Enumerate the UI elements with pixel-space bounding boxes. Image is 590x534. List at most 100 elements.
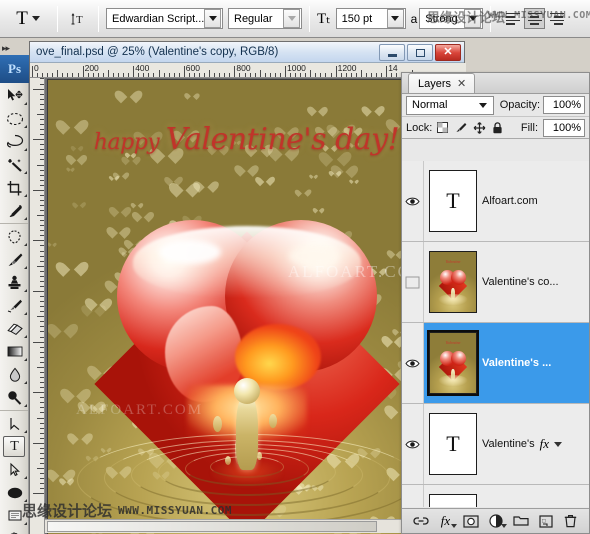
antialias-select[interactable]: Strong [419, 8, 484, 29]
document-titlebar[interactable]: ove_final.psd @ 25% (Valentine's copy, R… [30, 42, 464, 63]
layer-visibility-toggle[interactable] [402, 485, 424, 507]
font-size-dropdown-button[interactable] [386, 9, 404, 28]
notes-tool[interactable] [0, 504, 29, 527]
new-layer-button[interactable]: □ [537, 512, 555, 530]
elliptical-marquee-tool[interactable] [0, 107, 29, 130]
svg-text:T: T [76, 14, 83, 26]
layer-effects-icon[interactable]: fx [540, 436, 549, 452]
layer-style-button[interactable]: fx [437, 512, 457, 530]
current-tool-button[interactable]: T [6, 4, 50, 34]
lock-all-icon[interactable] [492, 121, 503, 134]
link-layers-button[interactable] [412, 512, 430, 530]
pen-icon [9, 417, 19, 430]
layer-thumbnail-cell[interactable]: Valentine [424, 251, 482, 313]
text-layer-glyph: T [446, 188, 460, 213]
tool-group-retouch [0, 224, 28, 411]
pen-tool[interactable] [0, 412, 29, 435]
align-left-button[interactable] [502, 8, 523, 29]
table-row-selected[interactable]: Valentine Valentine's ... [402, 323, 589, 404]
type-tool-icon: T [16, 7, 28, 29]
lock-position-icon[interactable] [473, 121, 486, 134]
artboard[interactable]: happy Valentine's day! ALFOART.COM ALFOA… [48, 80, 445, 534]
photoshop-window: T T Edwardian Script... Regular Tₜ 150 p… [0, 0, 590, 534]
layer-visibility-toggle[interactable] [402, 404, 424, 484]
healing-brush-tool[interactable] [0, 225, 29, 248]
path-selection-tool[interactable] [0, 458, 29, 481]
blur-tool[interactable] [0, 363, 29, 386]
eraser-tool[interactable] [0, 317, 29, 340]
minimize-button[interactable] [379, 44, 405, 61]
fill-input[interactable]: 100% [543, 118, 585, 137]
brush-icon [8, 253, 22, 266]
ellipse-shape-icon [7, 487, 22, 498]
tool-group-selection [0, 83, 28, 224]
eyedropper-tool[interactable] [0, 199, 29, 222]
document-horizontal-scrollbar[interactable] [45, 519, 450, 533]
close-icon: ✕ [443, 46, 453, 58]
table-row[interactable] [402, 485, 589, 507]
layers-list[interactable]: T Alfoart.com Valentine Valentine's co..… [402, 161, 589, 507]
eraser-icon [6, 323, 23, 335]
hand-tool[interactable] [0, 527, 29, 534]
layer-visibility-toggle[interactable] [402, 161, 424, 241]
layer-name-cell[interactable]: Valentine's co... [482, 276, 589, 288]
crop-tool[interactable] [0, 176, 29, 199]
table-row[interactable]: T Alfoart.com [402, 161, 589, 242]
opacity-input[interactable]: 100% [543, 96, 585, 114]
layer-thumbnail-cell[interactable]: T [424, 170, 482, 232]
move-tool[interactable] [0, 84, 29, 107]
layer-thumbnail-cell[interactable]: T [424, 413, 482, 475]
history-brush-tool[interactable] [0, 294, 29, 317]
close-button[interactable]: ✕ [435, 44, 461, 61]
magic-wand-tool[interactable] [0, 153, 29, 176]
layer-thumbnail: Valentine [429, 251, 477, 313]
divider [490, 5, 492, 32]
font-size-select[interactable]: 150 pt [335, 8, 406, 29]
panel-expander-arrows[interactable]: ▸▸ [2, 43, 18, 55]
layer-name-cell[interactable]: Valentine's ... [482, 357, 589, 369]
layer-visibility-toggle[interactable] [402, 242, 424, 322]
clone-stamp-tool[interactable] [0, 271, 29, 294]
path-selection-arrow-icon [9, 462, 20, 476]
chevron-down-icon[interactable] [554, 441, 563, 447]
new-group-button[interactable] [512, 512, 530, 530]
layer-thumbnail-cell[interactable]: Valentine [424, 330, 482, 396]
blend-mode-select[interactable]: Normal [406, 95, 494, 115]
type-tool[interactable]: T [0, 435, 29, 458]
align-center-button[interactable] [524, 8, 546, 29]
lasso-icon [6, 134, 23, 147]
lock-transparent-pixels-icon[interactable] [437, 122, 449, 133]
align-right-button[interactable] [546, 8, 567, 29]
layer-name-cell[interactable]: Valentine's fx [482, 436, 589, 452]
layer-thumbnail-cell[interactable] [424, 494, 482, 507]
antialias-dropdown-button[interactable] [464, 9, 482, 28]
table-row[interactable]: T Valentine's fx [402, 404, 589, 485]
delete-layer-button[interactable] [562, 512, 580, 530]
blend-mode-dropdown-button[interactable] [475, 96, 492, 115]
font-style-dropdown-button[interactable] [283, 9, 300, 28]
layer-mask-button[interactable] [462, 512, 480, 530]
adjustment-layer-button[interactable] [487, 512, 507, 530]
dodge-tool[interactable] [0, 386, 29, 409]
close-icon[interactable]: ✕ [457, 77, 466, 90]
lock-fill-row: Lock: Fill: 100% [402, 117, 589, 139]
restore-button[interactable] [407, 44, 433, 61]
font-style-select[interactable]: Regular [228, 8, 302, 29]
lasso-tool[interactable] [0, 130, 29, 153]
font-family-select[interactable]: Edwardian Script... [106, 8, 223, 29]
lock-image-pixels-icon[interactable] [454, 122, 467, 133]
tab-layers[interactable]: Layers ✕ [408, 73, 476, 93]
vertical-ruler[interactable] [30, 78, 45, 534]
eye-icon [404, 436, 421, 453]
table-row[interactable]: Valentine Valentine's co... [402, 242, 589, 323]
font-size-value: 150 pt [341, 12, 373, 25]
brush-tool[interactable] [0, 248, 29, 271]
layer-name-cell[interactable]: Alfoart.com [482, 195, 589, 207]
toggle-text-orientation-button[interactable]: T [65, 6, 91, 32]
photoshop-logo: Ps [0, 55, 29, 83]
gradient-tool[interactable] [0, 340, 29, 363]
layer-visibility-toggle[interactable] [402, 323, 424, 403]
ellipse-tool[interactable] [0, 481, 29, 504]
font-family-dropdown-button[interactable] [204, 9, 221, 28]
font-style-value: Regular [234, 12, 273, 25]
